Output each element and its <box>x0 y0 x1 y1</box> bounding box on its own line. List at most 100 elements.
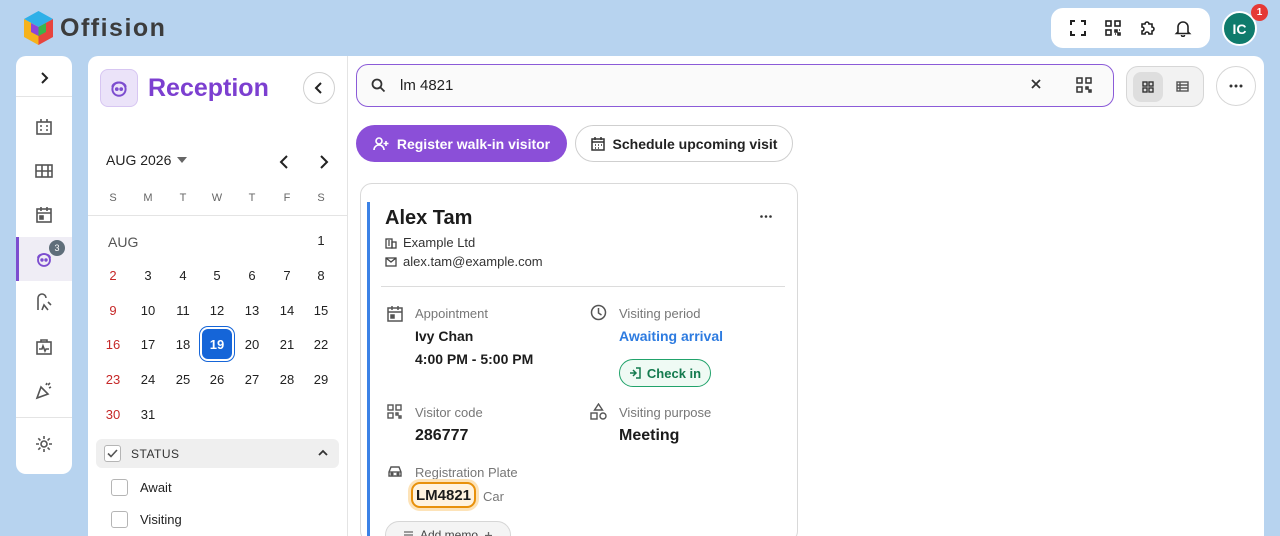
calendar-day[interactable]: 6 <box>237 260 267 290</box>
nav-desk[interactable] <box>16 149 72 193</box>
calendar-day[interactable]: 13 <box>237 295 267 325</box>
card-menu-button[interactable] <box>756 206 776 226</box>
calendar-day[interactable]: 28 <box>272 364 302 394</box>
expand-rail-button[interactable] <box>16 56 72 100</box>
page-header: Reception <box>100 69 269 107</box>
weekday-label: M <box>143 192 153 204</box>
calendar-day[interactable]: 21 <box>272 329 302 359</box>
view-toggle <box>1126 66 1204 107</box>
prev-month-button[interactable] <box>273 151 295 173</box>
calendar-day[interactable]: 26 <box>202 364 232 394</box>
calendar-day[interactable]: 14 <box>272 295 302 325</box>
login-arrow-icon <box>629 367 641 379</box>
calendar-day[interactable]: 5 <box>202 260 232 290</box>
visitor-email: alex.tam@example.com <box>403 254 543 269</box>
more-options-button[interactable] <box>1216 66 1256 106</box>
nav-reception[interactable]: 3 <box>16 237 72 281</box>
calendar-day[interactable]: 15 <box>306 295 336 325</box>
calendar-day[interactable]: 2 <box>98 260 128 290</box>
calendar-day-selected[interactable]: 19 <box>202 329 232 359</box>
nav-parking[interactable] <box>16 281 72 325</box>
collapse-sidebar-button[interactable] <box>303 72 335 104</box>
calendar-day[interactable]: 25 <box>168 364 198 394</box>
chevron-right-icon <box>319 155 329 169</box>
calendar-day[interactable]: 27 <box>237 364 267 394</box>
host-name: Ivy Chan <box>415 328 474 344</box>
calendar-day[interactable]: 9 <box>98 295 128 325</box>
visitor-company: Example Ltd <box>403 235 476 250</box>
calendar-day[interactable]: 11 <box>168 295 198 325</box>
calendar-day[interactable]: 16 <box>98 329 128 359</box>
building-icon <box>385 237 397 249</box>
weekday-label: S <box>317 192 325 204</box>
weekday-label: T <box>179 192 187 204</box>
calendar-day[interactable]: 10 <box>133 295 163 325</box>
calendar-day[interactable]: 8 <box>306 260 336 290</box>
clear-search-icon[interactable] <box>1029 77 1043 91</box>
calendar-day[interactable]: 3 <box>133 260 163 290</box>
list-view-icon[interactable] <box>1167 72 1197 102</box>
qr-scan-icon[interactable] <box>1075 76 1093 94</box>
visitor-code-value: 286777 <box>415 427 469 444</box>
calendar-day[interactable]: 1 <box>306 225 336 255</box>
calendar-day[interactable]: 17 <box>133 329 163 359</box>
await-checkbox[interactable] <box>111 479 128 496</box>
nav-health[interactable] <box>16 325 72 369</box>
calendar-day[interactable]: 24 <box>133 364 163 394</box>
health-icon <box>34 337 54 357</box>
status-option-await[interactable]: Await <box>111 479 172 496</box>
visiting-period-label: Visiting period <box>619 306 701 321</box>
calendar-day[interactable]: 7 <box>272 260 302 290</box>
calendar-day[interactable]: 4 <box>168 260 198 290</box>
registration-plate-label: Registration Plate <box>415 465 518 480</box>
registration-plate-value: LM4821 <box>411 482 477 508</box>
check-in-button[interactable]: Check in <box>619 359 711 387</box>
building-icon <box>34 117 54 137</box>
visiting-purpose-label: Visiting purpose <box>619 405 712 420</box>
qr-code-icon <box>387 404 402 419</box>
status-option-visiting[interactable]: Visiting <box>111 511 182 528</box>
app-logo[interactable]: Offision <box>23 10 166 46</box>
calendar-day[interactable]: 22 <box>306 329 336 359</box>
party-icon <box>34 381 54 401</box>
register-walk-in-button[interactable]: Register walk-in visitor <box>356 125 567 162</box>
search-icon <box>371 78 386 93</box>
nav-settings[interactable] <box>16 422 72 466</box>
visiting-checkbox[interactable] <box>111 511 128 528</box>
calendar-day[interactable]: 23 <box>98 364 128 394</box>
status-filter-header[interactable]: STATUS <box>96 439 339 468</box>
add-memo-button[interactable]: Add memo <box>385 521 511 536</box>
register-walk-in-label: Register walk-in visitor <box>396 135 551 152</box>
visiting-period-status[interactable]: Awaiting arrival <box>619 328 723 344</box>
calendar-day[interactable]: 31 <box>133 399 163 429</box>
nav-calendar[interactable] <box>16 193 72 237</box>
bell-icon[interactable] <box>1171 16 1195 40</box>
reception-sidebar: Reception AUG 2026 SMTWTFS AUG 123456789… <box>88 56 348 536</box>
plus-icon <box>484 531 493 536</box>
visitor-email-row: alex.tam@example.com <box>385 254 543 269</box>
calendar-day[interactable]: 30 <box>98 399 128 429</box>
nav-party[interactable] <box>16 369 72 413</box>
schedule-visit-button[interactable]: Schedule upcoming visit <box>575 125 793 162</box>
search-bar <box>356 64 1114 107</box>
calendar-icon <box>387 305 403 322</box>
calendar-day[interactable]: 20 <box>237 329 267 359</box>
notification-badge: 1 <box>1251 4 1268 21</box>
visiting-purpose-value: Meeting <box>619 427 680 444</box>
search-input[interactable] <box>400 77 1000 94</box>
calendar-day[interactable]: 29 <box>306 364 336 394</box>
calendar-divider <box>88 215 347 216</box>
grid-view-icon[interactable] <box>1133 71 1163 102</box>
visitor-card[interactable]: Alex Tam Example Ltd alex.tam@example.co… <box>360 183 798 536</box>
calendar-day[interactable]: 12 <box>202 295 232 325</box>
month-picker[interactable]: AUG 2026 <box>106 152 188 168</box>
more-horizontal-icon <box>1229 84 1243 88</box>
next-month-button[interactable] <box>313 151 335 173</box>
qr-scan-icon[interactable] <box>1101 16 1125 40</box>
card-accent-bar <box>367 202 370 536</box>
fullscreen-icon[interactable] <box>1066 16 1090 40</box>
status-all-checkbox[interactable] <box>104 445 121 462</box>
calendar-day[interactable]: 18 <box>168 329 198 359</box>
puzzle-icon[interactable] <box>1136 16 1160 40</box>
nav-building[interactable] <box>16 105 72 149</box>
